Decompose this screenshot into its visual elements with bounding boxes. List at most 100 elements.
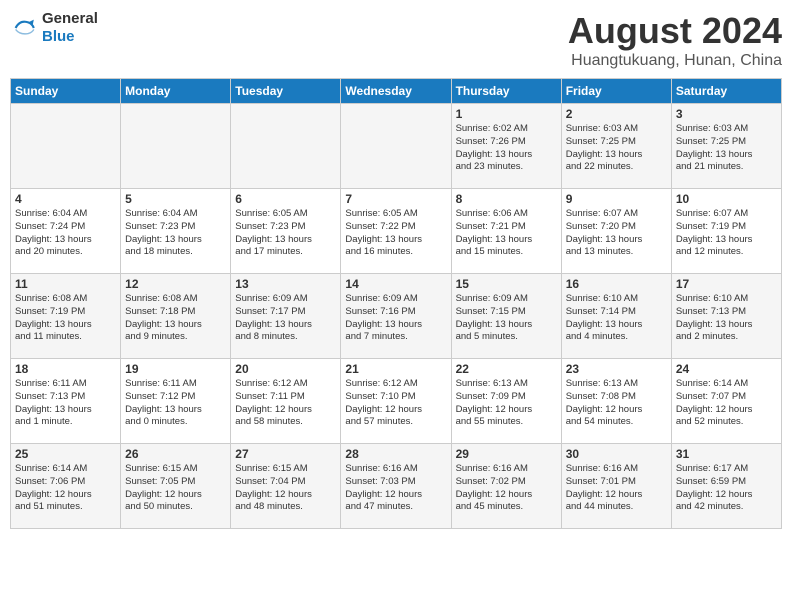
day-info: Sunrise: 6:06 AM Sunset: 7:21 PM Dayligh… bbox=[456, 208, 557, 259]
calendar-cell: 31 Sunrise: 6:17 AM Sunset: 6:59 PM Dayli… bbox=[671, 444, 781, 529]
calendar-cell: 25 Sunrise: 6:14 AM Sunset: 7:06 PM Dayli… bbox=[11, 444, 121, 529]
calendar-cell: 9Sunrise: 6:07 AM Sunset: 7:20 PM Daylig… bbox=[561, 189, 671, 274]
calendar-cell: 17 Sunrise: 6:10 AM Sunset: 7:13 PM Dayli… bbox=[671, 274, 781, 359]
day-info: Sunrise: 6:08 AM Sunset: 7:18 PM Dayligh… bbox=[125, 293, 226, 344]
calendar-week-row: 4 Sunrise: 6:04 AM Sunset: 7:24 PM Daylig… bbox=[11, 189, 782, 274]
day-info: Sunrise: 6:12 AM Sunset: 7:11 PM Dayligh… bbox=[235, 378, 336, 429]
day-info: Sunrise: 6:02 AM Sunset: 7:26 PM Dayligh… bbox=[456, 123, 557, 174]
calendar-cell: 8 Sunrise: 6:06 AM Sunset: 7:21 PM Daylig… bbox=[451, 189, 561, 274]
calendar-cell bbox=[231, 104, 341, 189]
day-number: 5 bbox=[125, 192, 226, 206]
calendar-cell: 7 Sunrise: 6:05 AM Sunset: 7:22 PM Daylig… bbox=[341, 189, 451, 274]
calendar-week-row: 11 Sunrise: 6:08 AM Sunset: 7:19 PM Dayli… bbox=[11, 274, 782, 359]
day-number: 20 bbox=[235, 362, 336, 376]
day-info: Sunrise: 6:16 AM Sunset: 7:02 PM Dayligh… bbox=[456, 463, 557, 514]
day-number: 1 bbox=[456, 107, 557, 121]
calendar-cell: 3Sunrise: 6:03 AM Sunset: 7:25 PM Daylig… bbox=[671, 104, 781, 189]
day-info: Sunrise: 6:03 AM Sunset: 7:25 PM Dayligh… bbox=[676, 123, 777, 174]
day-number: 14 bbox=[345, 277, 446, 291]
day-number: 18 bbox=[15, 362, 116, 376]
day-info: Sunrise: 6:15 AM Sunset: 7:04 PM Dayligh… bbox=[235, 463, 336, 514]
calendar-cell: 13 Sunrise: 6:09 AM Sunset: 7:17 PM Dayli… bbox=[231, 274, 341, 359]
calendar-cell: 26Sunrise: 6:15 AM Sunset: 7:05 PM Dayli… bbox=[121, 444, 231, 529]
day-info: Sunrise: 6:14 AM Sunset: 7:07 PM Dayligh… bbox=[676, 378, 777, 429]
calendar-cell: 11 Sunrise: 6:08 AM Sunset: 7:19 PM Dayli… bbox=[11, 274, 121, 359]
calendar-cell: 2Sunrise: 6:03 AM Sunset: 7:25 PM Daylig… bbox=[561, 104, 671, 189]
day-number: 10 bbox=[676, 192, 777, 206]
day-number: 25 bbox=[15, 447, 116, 461]
weekday-header-tuesday: Tuesday bbox=[231, 79, 341, 104]
day-info: Sunrise: 6:04 AM Sunset: 7:23 PM Dayligh… bbox=[125, 208, 226, 259]
weekday-header-saturday: Saturday bbox=[671, 79, 781, 104]
day-info: Sunrise: 6:10 AM Sunset: 7:14 PM Dayligh… bbox=[566, 293, 667, 344]
day-info: Sunrise: 6:12 AM Sunset: 7:10 PM Dayligh… bbox=[345, 378, 446, 429]
calendar-cell: 23Sunrise: 6:13 AM Sunset: 7:08 PM Dayli… bbox=[561, 359, 671, 444]
logo: General Blue bbox=[10, 10, 98, 46]
day-info: Sunrise: 6:04 AM Sunset: 7:24 PM Dayligh… bbox=[15, 208, 116, 259]
weekday-header-sunday: Sunday bbox=[11, 79, 121, 104]
day-info: Sunrise: 6:05 AM Sunset: 7:23 PM Dayligh… bbox=[235, 208, 336, 259]
day-info: Sunrise: 6:16 AM Sunset: 7:03 PM Dayligh… bbox=[345, 463, 446, 514]
weekday-header-monday: Monday bbox=[121, 79, 231, 104]
day-number: 9 bbox=[566, 192, 667, 206]
day-number: 7 bbox=[345, 192, 446, 206]
day-number: 24 bbox=[676, 362, 777, 376]
calendar-cell: 18 Sunrise: 6:11 AM Sunset: 7:13 PM Dayli… bbox=[11, 359, 121, 444]
day-number: 27 bbox=[235, 447, 336, 461]
day-number: 21 bbox=[345, 362, 446, 376]
day-info: Sunrise: 6:14 AM Sunset: 7:06 PM Dayligh… bbox=[15, 463, 116, 514]
day-number: 23 bbox=[566, 362, 667, 376]
calendar-cell: 16Sunrise: 6:10 AM Sunset: 7:14 PM Dayli… bbox=[561, 274, 671, 359]
calendar-cell: 19 Sunrise: 6:11 AM Sunset: 7:12 PM Dayli… bbox=[121, 359, 231, 444]
day-info: Sunrise: 6:17 AM Sunset: 6:59 PM Dayligh… bbox=[676, 463, 777, 514]
logo-icon bbox=[10, 14, 38, 42]
calendar-cell bbox=[341, 104, 451, 189]
day-number: 28 bbox=[345, 447, 446, 461]
day-number: 29 bbox=[456, 447, 557, 461]
calendar-cell: 4 Sunrise: 6:04 AM Sunset: 7:24 PM Daylig… bbox=[11, 189, 121, 274]
day-number: 8 bbox=[456, 192, 557, 206]
day-number: 17 bbox=[676, 277, 777, 291]
day-info: Sunrise: 6:09 AM Sunset: 7:16 PM Dayligh… bbox=[345, 293, 446, 344]
day-info: Sunrise: 6:05 AM Sunset: 7:22 PM Dayligh… bbox=[345, 208, 446, 259]
day-number: 30 bbox=[566, 447, 667, 461]
day-number: 13 bbox=[235, 277, 336, 291]
day-number: 15 bbox=[456, 277, 557, 291]
month-title: August 2024 bbox=[568, 10, 782, 52]
page-header: General Blue August 2024 Huangtukuang, H… bbox=[10, 10, 782, 70]
day-number: 31 bbox=[676, 447, 777, 461]
calendar-cell: 14 Sunrise: 6:09 AM Sunset: 7:16 PM Dayli… bbox=[341, 274, 451, 359]
weekday-header-wednesday: Wednesday bbox=[341, 79, 451, 104]
calendar-cell: 20 Sunrise: 6:12 AM Sunset: 7:11 PM Dayli… bbox=[231, 359, 341, 444]
day-info: Sunrise: 6:11 AM Sunset: 7:13 PM Dayligh… bbox=[15, 378, 116, 429]
weekday-header-thursday: Thursday bbox=[451, 79, 561, 104]
day-info: Sunrise: 6:09 AM Sunset: 7:17 PM Dayligh… bbox=[235, 293, 336, 344]
day-number: 22 bbox=[456, 362, 557, 376]
day-info: Sunrise: 6:16 AM Sunset: 7:01 PM Dayligh… bbox=[566, 463, 667, 514]
day-number: 4 bbox=[15, 192, 116, 206]
day-info: Sunrise: 6:15 AM Sunset: 7:05 PM Dayligh… bbox=[125, 463, 226, 514]
day-info: Sunrise: 6:08 AM Sunset: 7:19 PM Dayligh… bbox=[15, 293, 116, 344]
title-block: August 2024 Huangtukuang, Hunan, China bbox=[568, 10, 782, 70]
day-number: 19 bbox=[125, 362, 226, 376]
day-info: Sunrise: 6:13 AM Sunset: 7:09 PM Dayligh… bbox=[456, 378, 557, 429]
calendar-week-row: 1 Sunrise: 6:02 AM Sunset: 7:26 PM Daylig… bbox=[11, 104, 782, 189]
calendar-cell: 15 Sunrise: 6:09 AM Sunset: 7:15 PM Dayli… bbox=[451, 274, 561, 359]
calendar-cell: 22 Sunrise: 6:13 AM Sunset: 7:09 PM Dayli… bbox=[451, 359, 561, 444]
day-number: 12 bbox=[125, 277, 226, 291]
calendar-cell: 10 Sunrise: 6:07 AM Sunset: 7:19 PM Dayli… bbox=[671, 189, 781, 274]
calendar-week-row: 25 Sunrise: 6:14 AM Sunset: 7:06 PM Dayli… bbox=[11, 444, 782, 529]
day-number: 6 bbox=[235, 192, 336, 206]
calendar-cell: 28 Sunrise: 6:16 AM Sunset: 7:03 PM Dayli… bbox=[341, 444, 451, 529]
calendar-cell: 29 Sunrise: 6:16 AM Sunset: 7:02 PM Dayli… bbox=[451, 444, 561, 529]
calendar-week-row: 18 Sunrise: 6:11 AM Sunset: 7:13 PM Dayli… bbox=[11, 359, 782, 444]
day-info: Sunrise: 6:11 AM Sunset: 7:12 PM Dayligh… bbox=[125, 378, 226, 429]
location-title: Huangtukuang, Hunan, China bbox=[568, 52, 782, 70]
calendar-cell: 1 Sunrise: 6:02 AM Sunset: 7:26 PM Daylig… bbox=[451, 104, 561, 189]
day-info: Sunrise: 6:10 AM Sunset: 7:13 PM Dayligh… bbox=[676, 293, 777, 344]
day-info: Sunrise: 6:09 AM Sunset: 7:15 PM Dayligh… bbox=[456, 293, 557, 344]
calendar-cell bbox=[11, 104, 121, 189]
day-info: Sunrise: 6:07 AM Sunset: 7:19 PM Dayligh… bbox=[676, 208, 777, 259]
day-info: Sunrise: 6:03 AM Sunset: 7:25 PM Dayligh… bbox=[566, 123, 667, 174]
day-number: 11 bbox=[15, 277, 116, 291]
